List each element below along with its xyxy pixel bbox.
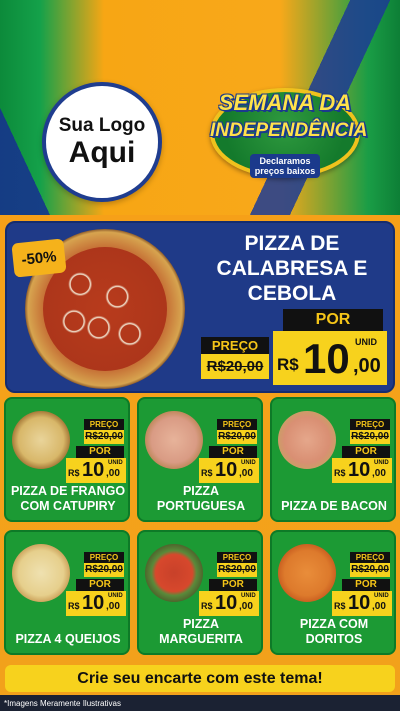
product-por-label: POR: [342, 446, 390, 458]
discount-badge: -50%: [11, 238, 67, 278]
product-new-price: R$ 10,00 UNID: [66, 458, 126, 483]
featured-por-label: POR: [283, 309, 383, 331]
featured-name-line2: CALABRESA E: [216, 257, 368, 280]
product-old-price: R$20,00: [350, 563, 390, 577]
featured-new-price: R$ 10 ,00 UNID: [273, 331, 387, 385]
flyer-poster: Sua Logo Aqui SEMANA DA INDEPENDÊNCIA De…: [0, 0, 400, 711]
product-por-label: POR: [342, 579, 390, 591]
product-preco-label: PREÇO: [217, 419, 257, 430]
seal-title-line1: SEMANA DA: [218, 90, 352, 115]
product-card[interactable]: PREÇO R$20,00 POR R$ 10,00 UNID PIZZA 4 QUEIJO…: [4, 530, 130, 655]
product-por-label: POR: [209, 579, 257, 591]
product-name: PIZZA DE BACON: [281, 499, 387, 513]
product-new-price: R$ 10,00 UNID: [332, 458, 392, 483]
product-name: PIZZA DE FRANGO COM CATUPIRY: [10, 484, 126, 513]
product-pizza-image: [145, 544, 203, 602]
logo-text-line2: Aqui: [68, 136, 136, 169]
product-name: PIZZA PORTUGUESA: [156, 484, 246, 513]
product-por-label: POR: [76, 446, 124, 458]
product-preco-label: PREÇO: [84, 552, 124, 563]
logo-placeholder[interactable]: Sua Logo Aqui: [42, 82, 162, 202]
product-new-price: R$ 10,00 UNID: [332, 591, 392, 616]
featured-name-line3: CEBOLA: [247, 282, 337, 305]
product-preco-label: PREÇO: [350, 552, 390, 563]
independence-week-seal: SEMANA DA INDEPENDÊNCIA Declaramos preço…: [210, 68, 368, 186]
product-new-price: R$ 10,00 UNID: [199, 591, 259, 616]
product-preco-label: PREÇO: [350, 419, 390, 430]
product-pizza-image: [278, 411, 336, 469]
featured-price-block: PREÇO R$20,00 POR R$ 10 ,00 UNID: [199, 309, 387, 387]
product-card[interactable]: PREÇO R$20,00 POR R$ 10,00 UNID PIZZA DE FRANG…: [4, 397, 130, 522]
product-card[interactable]: PREÇO R$20,00 POR R$ 10,00 UNID PIZZA COM DORI…: [270, 530, 396, 655]
product-preco-label: PREÇO: [84, 419, 124, 430]
featured-preco-label: PREÇO: [201, 337, 269, 354]
product-card[interactable]: PREÇO R$20,00 POR R$ 10,00 UNID PIZZA DE BACON: [270, 397, 396, 522]
product-por-label: POR: [76, 579, 124, 591]
product-old-price: R$20,00: [350, 430, 390, 444]
product-preco-label: PREÇO: [217, 552, 257, 563]
footer-disclaimer: *Imagens Meramente Ilustrativas: [0, 695, 400, 711]
product-name: PIZZA 4 QUEIJOS: [15, 632, 121, 646]
product-new-price: R$ 10,00 UNID: [199, 458, 259, 483]
product-name: PIZZA COM DORITOS: [299, 617, 369, 646]
product-pizza-image: [12, 411, 70, 469]
product-old-price: R$20,00: [84, 430, 124, 444]
product-por-label: POR: [209, 446, 257, 458]
featured-old-price: R$20,00: [201, 354, 269, 379]
product-old-price: R$20,00: [217, 563, 257, 577]
seal-subtitle: Declaramos preços baixos: [250, 154, 320, 178]
product-new-price: R$ 10,00 UNID: [66, 591, 126, 616]
seal-title-line2: INDEPENDÊNCIA: [210, 120, 368, 141]
product-old-price: R$20,00: [217, 430, 257, 444]
featured-product-name: PIZZA DE CALABRESA E CEBOLA: [197, 231, 387, 306]
product-old-price: R$20,00: [84, 563, 124, 577]
featured-name-line1: PIZZA DE: [244, 232, 340, 255]
logo-text-line1: Sua Logo: [58, 115, 146, 136]
featured-product[interactable]: -50% PIZZA DE CALABRESA E CEBOLA PREÇO R…: [5, 221, 395, 393]
product-card[interactable]: PREÇO R$20,00 POR R$ 10,00 UNID PIZZA MARGUERI…: [137, 530, 263, 655]
product-name: PIZZA MARGUERITA: [159, 617, 243, 646]
cta-banner[interactable]: Crie seu encarte com este tema!: [5, 665, 395, 692]
product-card[interactable]: PREÇO R$20,00 POR R$ 10,00 UNID PIZZA PORTUGUE…: [137, 397, 263, 522]
product-pizza-image: [278, 544, 336, 602]
product-pizza-image: [12, 544, 70, 602]
product-pizza-image: [145, 411, 203, 469]
